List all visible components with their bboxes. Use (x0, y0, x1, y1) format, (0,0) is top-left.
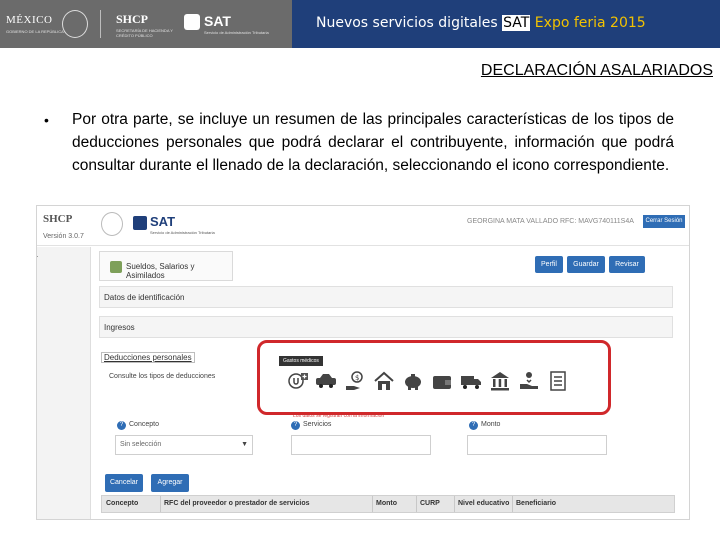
mexico-logo-subtitle: GOBIERNO DE LA REPÚBLICA (6, 29, 64, 34)
concepto-select-value: Sin selección (120, 441, 162, 448)
app-version: Versión 3.0.7 (43, 233, 84, 240)
table-header-cell[interactable]: Concepto (106, 500, 138, 507)
table-header-divider (160, 496, 161, 512)
deducciones-title[interactable]: Deducciones personales (101, 352, 195, 363)
mexico-logo-text: MÉXICO (6, 14, 53, 26)
cancelar-button[interactable]: Cancelar (105, 474, 143, 492)
revisar-button[interactable]: Revisar (609, 256, 645, 273)
close-session-button[interactable]: Cerrar Sesión (643, 215, 685, 228)
table-header-cell[interactable]: Nivel educativo (458, 500, 509, 507)
highlight-box (257, 340, 611, 415)
sat-logo-text: SAT (204, 13, 231, 29)
monto-input[interactable] (467, 435, 607, 455)
left-rail-arrow[interactable]: r (37, 253, 38, 263)
shcp-logo-subtitle: SECRETARÍA DE HACIENDA Y CRÉDITO PÚBLICO (116, 28, 173, 38)
concepto-select[interactable]: Sin selección ▼ (115, 435, 253, 455)
top-banner: MÉXICO GOBIERNO DE LA REPÚBLICA SHCP SEC… (0, 0, 720, 48)
chevron-down-icon: ▼ (241, 441, 248, 448)
deducciones-table-header: Concepto RFC del proveedor o prestador d… (101, 495, 675, 513)
table-header-divider (372, 496, 373, 512)
app-user-info: GEORGINA MATA VALLADO RFC: MAVG740111S4A (467, 218, 634, 225)
table-header-divider (416, 496, 417, 512)
app-left-rail: r (37, 247, 91, 519)
table-header-divider (454, 496, 455, 512)
sat-logo-icon (184, 14, 200, 30)
concepto-label-text: Concepto (129, 421, 159, 428)
banner-title-prefix: Nuevos servicios digitales (316, 15, 503, 31)
panel-datos-identificacion[interactable]: Datos de identificación (99, 286, 673, 308)
table-header-divider (512, 496, 513, 512)
app-sat-icon (133, 216, 147, 230)
table-header-cell[interactable]: Beneficiario (516, 500, 556, 507)
section-tab-sueldos[interactable]: Sueldos, Salarios y Asimilados (99, 251, 233, 281)
app-sat-logo: SAT (150, 214, 176, 229)
help-icon[interactable]: ? (117, 421, 126, 430)
banner-logos-area: MÉXICO GOBIERNO DE LA REPÚBLICA SHCP SEC… (0, 0, 292, 48)
agregar-button[interactable]: Agregar (151, 474, 189, 492)
servicios-input[interactable] (291, 435, 431, 455)
sat-logo-subtitle: Servicio de Administración Tributaria (204, 30, 269, 35)
app-sat-subtitle: Servicio de Administración Tributaria (150, 230, 215, 235)
slide: MÉXICO GOBIERNO DE LA REPÚBLICA SHCP SEC… (0, 0, 720, 540)
monto-label: ? Monto (469, 421, 500, 430)
app-header: SHCP Versión 3.0.7 SAT Servicio de Admin… (37, 206, 689, 246)
servicios-label-text: Servicios (303, 421, 332, 428)
logo-divider (100, 10, 101, 38)
app-seal-icon (101, 212, 123, 236)
help-icon[interactable]: ? (469, 421, 478, 430)
salary-section-icon (110, 261, 122, 273)
table-header-cell[interactable]: Monto (376, 500, 397, 507)
bullet-symbol: • (44, 112, 49, 128)
panel-ingresos[interactable]: Ingresos (99, 316, 673, 338)
app-shcp-logo: SHCP (43, 213, 73, 225)
deducciones-consulte-label: Consulte los tipos de deducciones (109, 373, 216, 380)
embedded-app-screenshot: SHCP Versión 3.0.7 SAT Servicio de Admin… (36, 205, 690, 520)
concepto-label: ? Concepto (117, 421, 159, 430)
table-header-cell[interactable]: RFC del proveedor o prestador de servici… (164, 500, 310, 507)
table-header-cell[interactable]: CURP (420, 500, 440, 507)
banner-title-sat: SAT (502, 15, 531, 31)
bullet-text: Por otra parte, se incluye un resumen de… (72, 111, 674, 174)
shcp-logo-text: SHCP (116, 12, 149, 26)
slide-heading: DECLARACIÓN ASALARIADOS (480, 62, 713, 79)
banner-title: Nuevos servicios digitales SAT Expo feri… (316, 15, 646, 31)
guardar-button[interactable]: Guardar (567, 256, 605, 273)
banner-title-expo: Expo feria 2015 (530, 15, 646, 31)
servicios-label: ? Servicios (291, 421, 331, 430)
mexico-seal-icon (62, 10, 88, 38)
monto-label-text: Monto (481, 421, 501, 428)
section-tab-label: Sueldos, Salarios y Asimilados (126, 262, 195, 280)
perfil-button[interactable]: Perfil (535, 256, 563, 273)
help-icon[interactable]: ? (291, 421, 300, 430)
